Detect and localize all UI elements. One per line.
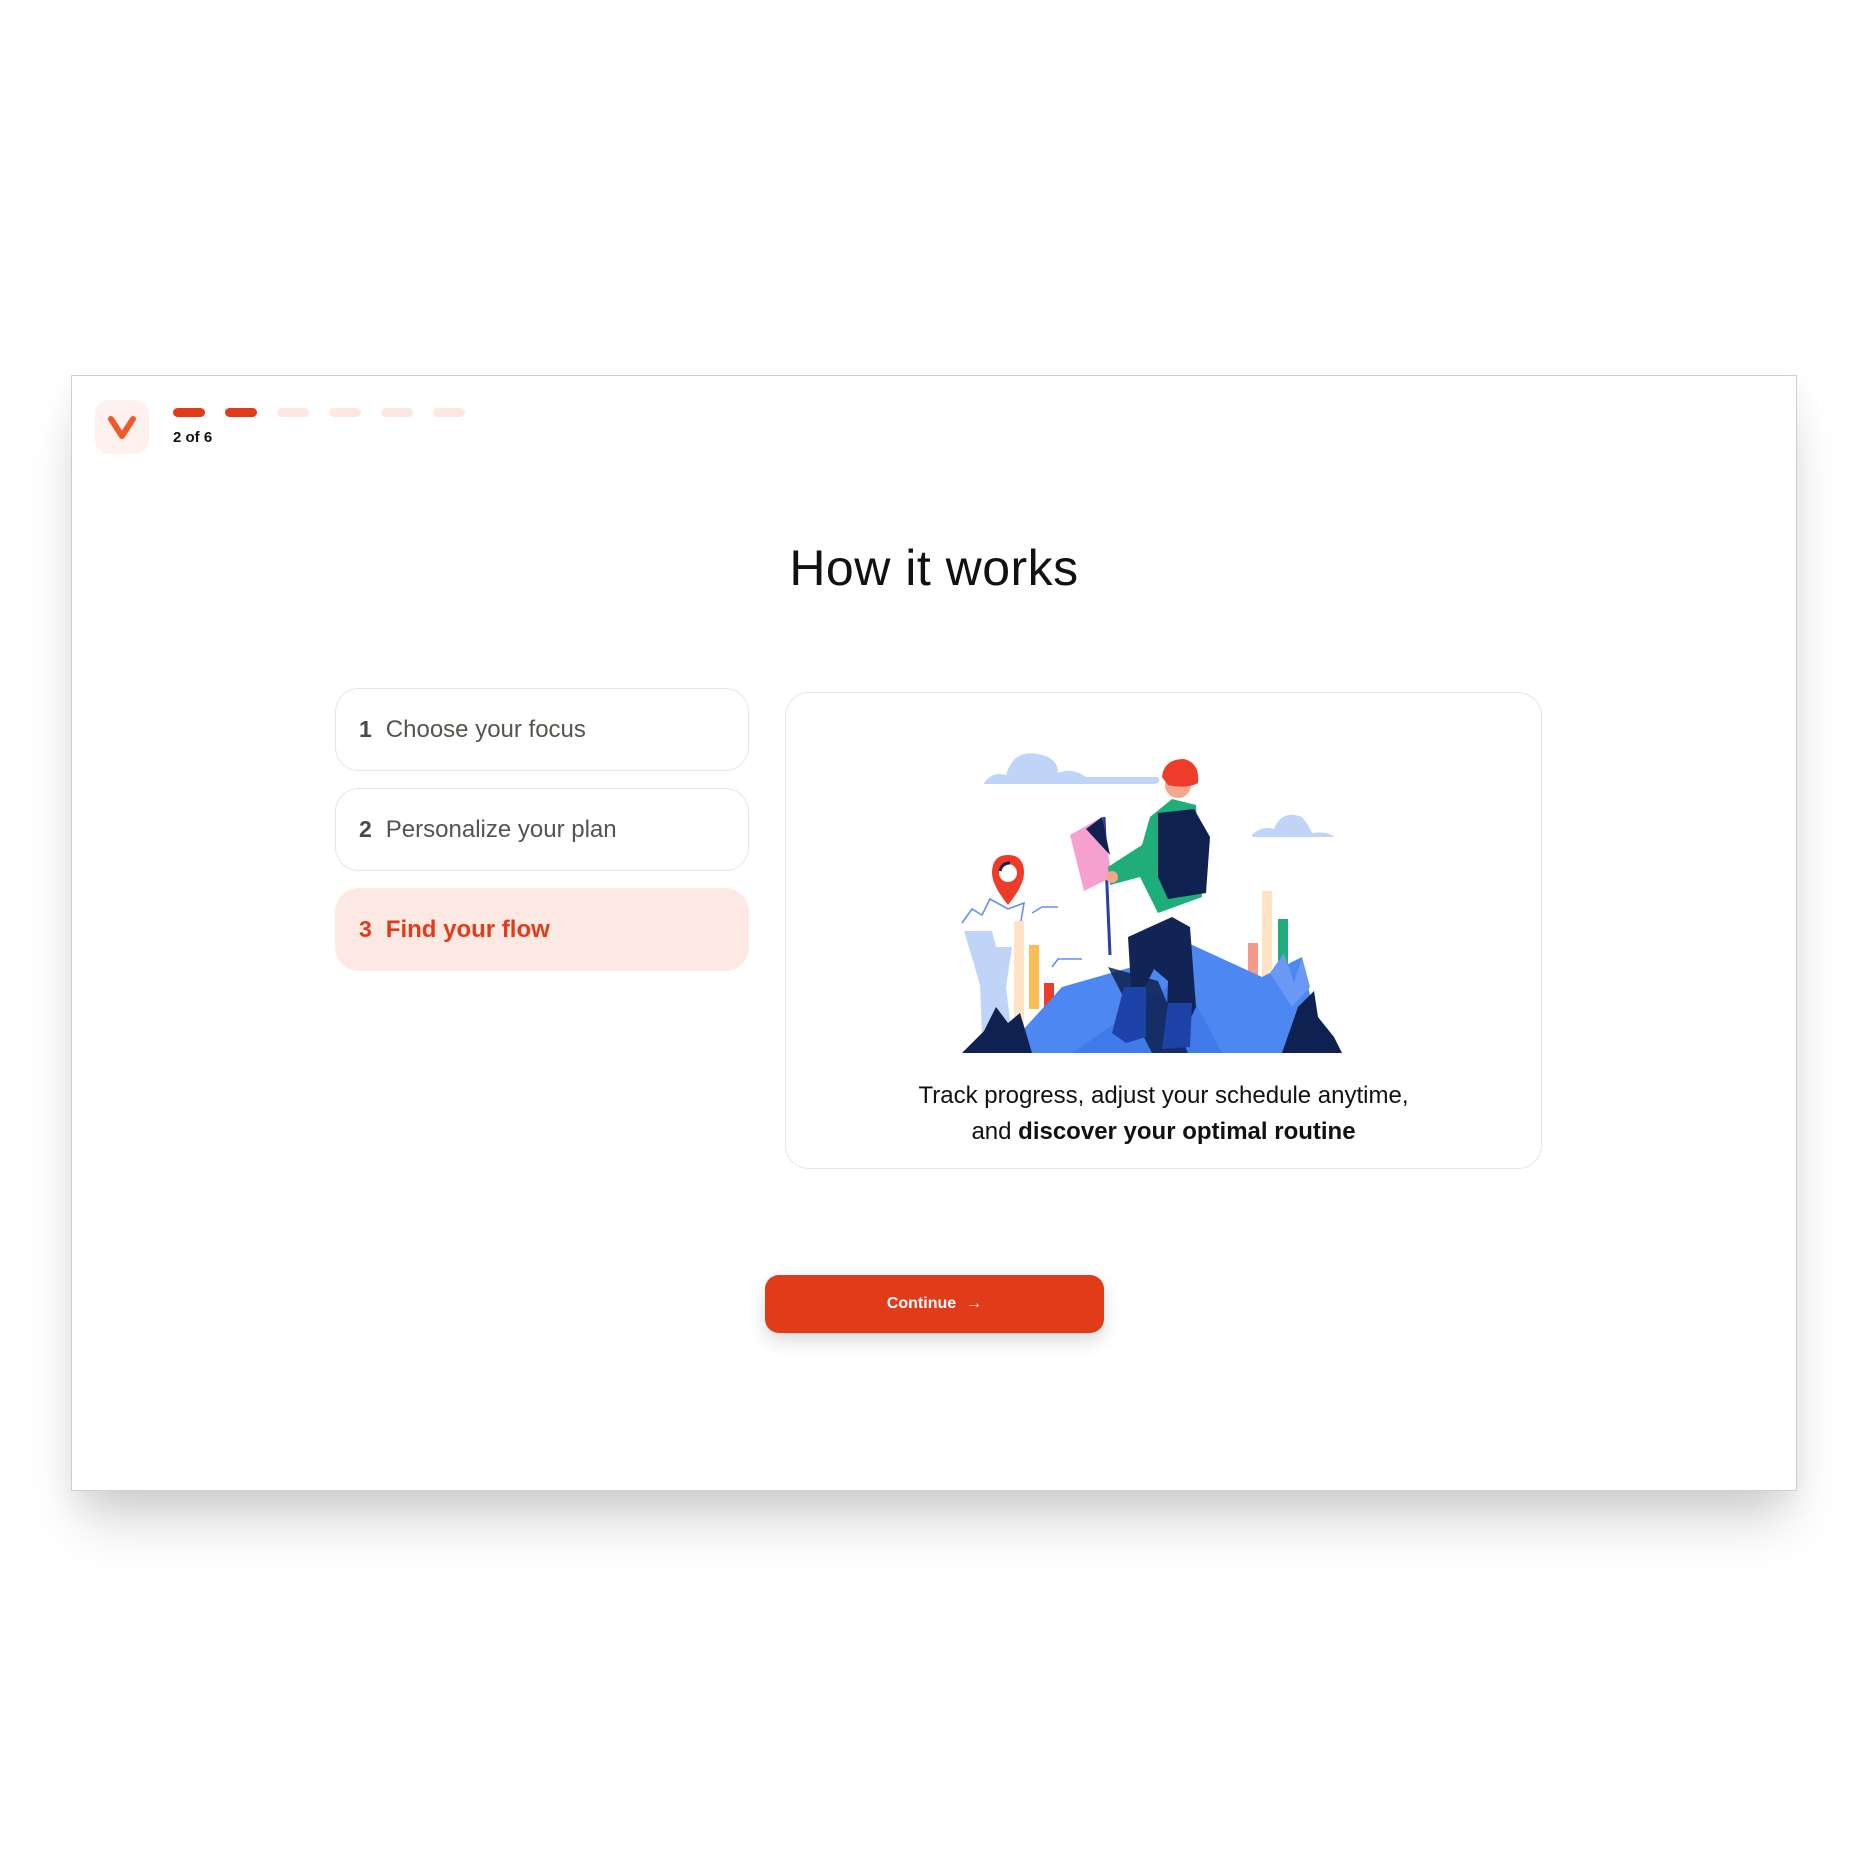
page-title: How it works bbox=[789, 540, 1079, 596]
onboarding-window: 2 of 6 How it works 1 Choose your focus … bbox=[71, 375, 1797, 1491]
arrow-right-icon: → bbox=[966, 1295, 983, 1312]
location-pin bbox=[992, 855, 1024, 905]
caption-line-2: and discover your optimal routine bbox=[786, 1114, 1541, 1150]
step-number: 2 bbox=[359, 816, 372, 842]
progress-label: 2 of 6 bbox=[173, 429, 213, 446]
continue-label: Continue bbox=[886, 1295, 957, 1312]
bar-orange bbox=[1029, 945, 1039, 1009]
panel-caption: Track progress, adjust your schedule any… bbox=[786, 1078, 1541, 1150]
caption-line-1: Track progress, adjust your schedule any… bbox=[918, 1082, 1409, 1109]
progress-segment-4 bbox=[329, 408, 361, 417]
caption-bold: discover your optimal routine bbox=[1018, 1118, 1356, 1145]
backpack bbox=[1158, 809, 1210, 899]
progress-segment-6 bbox=[433, 408, 465, 417]
step-label: Find your flow bbox=[385, 915, 550, 943]
step-number: 1 bbox=[359, 716, 372, 742]
progress-segment-2 bbox=[225, 408, 257, 417]
step-choose-focus[interactable]: 1 Choose your focus bbox=[335, 688, 749, 771]
step-find-flow[interactable]: 3 Find your flow bbox=[335, 888, 749, 971]
step-label: Personalize your plan bbox=[385, 815, 617, 843]
hiker-beanie bbox=[1162, 759, 1199, 787]
step-number: 3 bbox=[359, 916, 372, 942]
cloud-right bbox=[1252, 814, 1334, 837]
progress-segment-5 bbox=[381, 408, 413, 417]
progress-segment-3 bbox=[277, 408, 309, 417]
v-logo-icon bbox=[108, 416, 136, 439]
cloud-left bbox=[984, 753, 1160, 784]
caption-prefix: and bbox=[971, 1118, 1019, 1145]
continue-button[interactable]: Continue → bbox=[765, 1275, 1104, 1333]
progress-segment-1 bbox=[173, 408, 205, 417]
step-detail-panel: Track progress, adjust your schedule any… bbox=[785, 692, 1542, 1169]
hiker-on-summit-illustration bbox=[961, 753, 1342, 1053]
progress-indicator bbox=[173, 408, 465, 417]
app-logo bbox=[95, 400, 149, 454]
steps-list: 1 Choose your focus 2 Personalize your p… bbox=[335, 688, 749, 988]
step-label: Choose your focus bbox=[385, 715, 586, 743]
step-personalize-plan[interactable]: 2 Personalize your plan bbox=[335, 788, 749, 871]
